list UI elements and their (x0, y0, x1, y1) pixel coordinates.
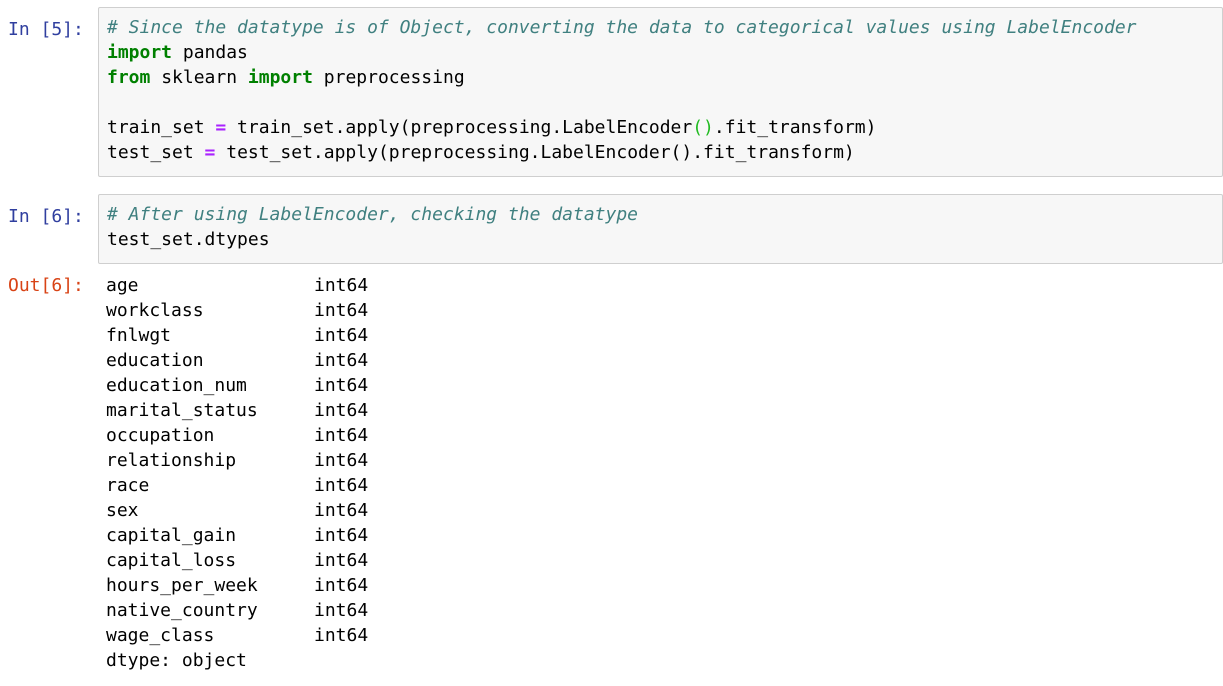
input-prompt-6: In [6]: (8, 206, 84, 227)
code-editor-6[interactable]: # After using LabelEncoder, checking the… (98, 194, 1223, 264)
column-dtype: int64 (314, 425, 369, 446)
code-token: test_set (107, 142, 205, 163)
input-prompt-5: In [5]: (8, 19, 84, 40)
dtype-row: education int64 (106, 348, 368, 373)
code-line: import pandas (107, 40, 1137, 65)
column-name: education (106, 350, 204, 371)
code-token-cm: # After using LabelEncoder, checking the… (107, 204, 639, 225)
code-cell-5[interactable]: In [5]: # Since the datatype is of Objec… (0, 7, 1223, 177)
code-cell-6[interactable]: In [6]: # After using LabelEncoder, chec… (0, 194, 1223, 264)
column-name: sex (106, 500, 139, 521)
column-name: hours_per_week (106, 575, 258, 596)
output-cell-6: Out[6]: age int64 workclass int64 fnlwgt int6… (0, 273, 1223, 683)
column-name: occupation (106, 425, 215, 446)
column-name: capital_gain (106, 525, 237, 546)
code-line: train_set = train_set.apply(preprocessin… (107, 115, 1137, 140)
notebook: In [5]: # Since the datatype is of Objec… (0, 0, 1223, 686)
code-token: preprocessing (312, 67, 465, 88)
code-line: # Since the datatype is of Object, conve… (107, 15, 1137, 40)
code-token: test_set.dtypes (107, 229, 270, 250)
column-dtype: int64 (314, 475, 369, 496)
code-token-kw: import (107, 42, 173, 63)
code-token: test_set.apply(preprocessing.LabelEncode… (215, 142, 855, 163)
column-dtype: int64 (314, 375, 369, 396)
column-name: fnlwgt (106, 325, 172, 346)
dtype-row: occupation int64 (106, 423, 368, 448)
column-name: marital_status (106, 400, 258, 421)
column-dtype: int64 (314, 525, 369, 546)
column-dtype: int64 (314, 300, 369, 321)
code-token-kw: from (107, 67, 151, 88)
dtype-row: workclass int64 (106, 298, 368, 323)
code-token-op: = (204, 142, 216, 163)
code-token-kw: import (247, 67, 313, 88)
column-dtype: int64 (314, 625, 369, 646)
code-line: # After using LabelEncoder, checking the… (107, 202, 638, 227)
dtype-row: hours_per_week int64 (106, 573, 368, 598)
code-line: from sklearn import preprocessing (107, 65, 1137, 90)
column-dtype: int64 (314, 600, 369, 621)
column-name: education_num (106, 375, 247, 396)
code-content-6: # After using LabelEncoder, checking the… (107, 202, 638, 252)
column-name: age (106, 275, 139, 296)
column-dtype: int64 (314, 275, 369, 296)
column-name: capital_loss (106, 550, 237, 571)
dtype-footer: dtype: object (106, 650, 247, 671)
column-dtype: int64 (314, 550, 369, 571)
code-token-op: = (215, 117, 227, 138)
output-text: age int64 workclass int64 fnlwgt int64 educati… (106, 273, 368, 673)
code-editor-5[interactable]: # Since the datatype is of Object, conve… (98, 7, 1223, 177)
dtype-row: education_num int64 (106, 373, 368, 398)
column-name: wage_class (106, 625, 215, 646)
code-token: train_set.apply(preprocessing.LabelEncod… (226, 117, 693, 138)
code-line: test_set = test_set.apply(preprocessing.… (107, 140, 1137, 165)
code-token-cm: # Since the datatype is of Object, conve… (107, 17, 1137, 38)
column-dtype: int64 (314, 325, 369, 346)
code-token: pandas (172, 42, 248, 63)
column-name: workclass (106, 300, 204, 321)
dtype-row: sex int64 (106, 498, 368, 523)
dtype-row: capital_loss int64 (106, 548, 368, 573)
dtype-row: capital_gain int64 (106, 523, 368, 548)
column-dtype: int64 (314, 450, 369, 471)
column-dtype: int64 (314, 400, 369, 421)
code-line: test_set.dtypes (107, 227, 638, 252)
dtype-row: wage_class int64 (106, 623, 368, 648)
column-name: race (106, 475, 150, 496)
code-content-5: # Since the datatype is of Object, conve… (107, 15, 1137, 165)
output-prompt-6: Out[6]: (8, 275, 84, 296)
code-token: sklearn (150, 67, 248, 88)
code-token-paren-match: () (692, 117, 714, 138)
dtype-row: marital_status int64 (106, 398, 368, 423)
column-dtype: int64 (314, 350, 369, 371)
column-name: native_country (106, 600, 258, 621)
dtype-row: race int64 (106, 473, 368, 498)
column-dtype: int64 (314, 575, 369, 596)
column-name: relationship (106, 450, 237, 471)
dtype-row: relationship int64 (106, 448, 368, 473)
code-token: train_set (107, 117, 216, 138)
code-token: .fit_transform) (713, 117, 877, 138)
dtype-row: age int64 (106, 273, 368, 298)
dtype-row: native_country int64 (106, 598, 368, 623)
column-dtype: int64 (314, 500, 369, 521)
dtype-row: fnlwgt int64 (106, 323, 368, 348)
